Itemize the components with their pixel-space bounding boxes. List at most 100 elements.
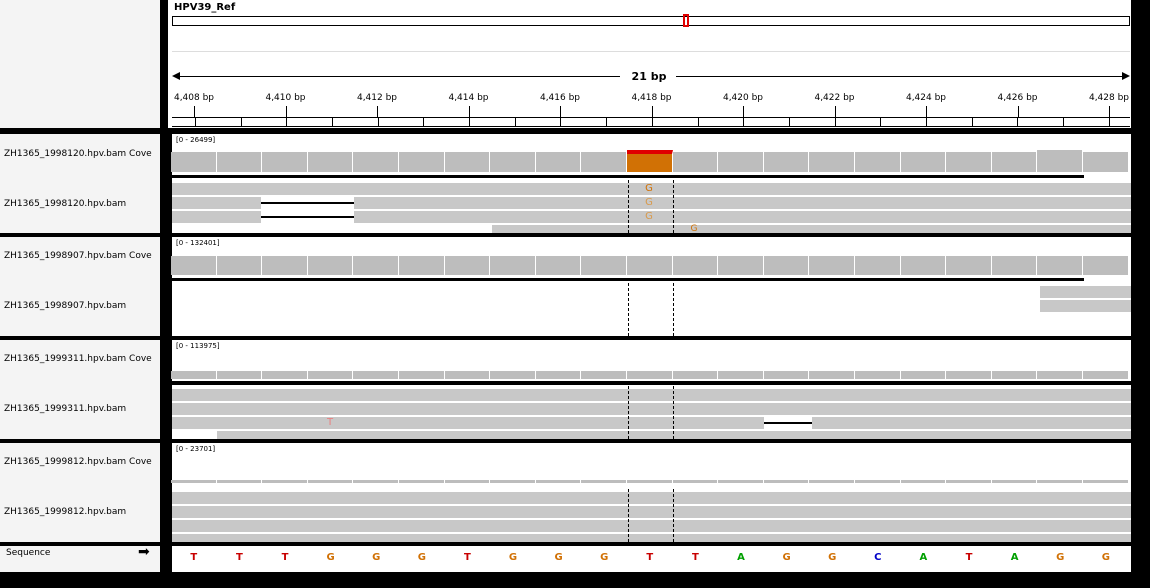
- coverage-bar[interactable]: [718, 256, 764, 275]
- read[interactable]: [172, 197, 261, 209]
- read[interactable]: [492, 225, 1131, 233]
- coverage-bar[interactable]: [399, 371, 445, 379]
- coverage-bar[interactable]: [627, 150, 673, 172]
- coverage-bar[interactable]: [855, 256, 901, 275]
- coverage-bar[interactable]: [946, 256, 992, 275]
- strand-arrow-icon[interactable]: ➡: [138, 544, 150, 560]
- read[interactable]: [172, 534, 1131, 542]
- coverage-bar[interactable]: [763, 480, 810, 483]
- coverage-bar[interactable]: [1037, 371, 1083, 379]
- coverage-bar[interactable]: [444, 152, 491, 172]
- coverage-bar[interactable]: [627, 256, 673, 275]
- coverage-bar[interactable]: [1083, 480, 1129, 483]
- reference-name[interactable]: HPV39_Ref: [174, 2, 235, 13]
- sequence-label[interactable]: Sequence: [6, 548, 50, 558]
- coverage-bar[interactable]: [307, 371, 354, 379]
- coverage-bar[interactable]: [991, 480, 1038, 483]
- coverage-bar[interactable]: [353, 152, 399, 172]
- track1-reads-name[interactable]: ZH1365_1998120.hpv.bam: [4, 199, 126, 209]
- read[interactable]: [172, 492, 1131, 504]
- read[interactable]: [172, 506, 1131, 518]
- track3-reads-name[interactable]: ZH1365_1999311.hpv.bam: [4, 404, 126, 414]
- read[interactable]: [172, 520, 1131, 532]
- coverage-bar[interactable]: [763, 152, 810, 172]
- coverage-bar[interactable]: [353, 371, 399, 379]
- track4-reads-name[interactable]: ZH1365_1999812.hpv.bam: [4, 507, 126, 517]
- coverage-bar[interactable]: [535, 152, 582, 172]
- coverage-bar[interactable]: [490, 256, 536, 275]
- coverage-bar[interactable]: [216, 152, 263, 172]
- coverage-bar[interactable]: [490, 371, 536, 379]
- coverage-bar[interactable]: [1037, 150, 1083, 172]
- mismatch-base[interactable]: G: [645, 197, 653, 208]
- coverage-bar[interactable]: [307, 480, 354, 483]
- coverage-bar[interactable]: [900, 480, 947, 483]
- read[interactable]: [354, 197, 1131, 209]
- track1-data-panel[interactable]: [0 - 26499] G G G G: [171, 134, 1131, 234]
- coverage-bar[interactable]: [809, 152, 855, 172]
- coverage-bar[interactable]: [262, 371, 308, 379]
- coverage-bar[interactable]: [535, 371, 582, 379]
- coverage-bar[interactable]: [946, 371, 992, 379]
- coverage-bar[interactable]: [900, 152, 947, 172]
- coverage-bar[interactable]: [262, 480, 308, 483]
- coverage-bar[interactable]: [763, 371, 810, 379]
- coverage-bar[interactable]: [353, 256, 399, 275]
- sequence-panel[interactable]: TTTGGGTGGGTTAGGCATAGG: [172, 546, 1131, 572]
- coverage-bar[interactable]: [171, 256, 217, 275]
- current-region-marker[interactable]: [683, 14, 689, 27]
- coverage-bar[interactable]: [718, 480, 764, 483]
- coverage-bar[interactable]: [216, 480, 263, 483]
- coverage-bar[interactable]: [581, 371, 627, 379]
- coverage-bar[interactable]: [444, 256, 491, 275]
- coverage-bar[interactable]: [399, 480, 445, 483]
- coverage-bar[interactable]: [1083, 371, 1129, 379]
- coverage-bar[interactable]: [581, 480, 627, 483]
- coverage-bar[interactable]: [991, 371, 1038, 379]
- coverage-bar[interactable]: [535, 480, 582, 483]
- track2-data-panel[interactable]: [0 - 132401]: [171, 237, 1131, 336]
- coverage-bar[interactable]: [900, 256, 947, 275]
- coverage-bar[interactable]: [991, 152, 1038, 172]
- track2-coverage-name[interactable]: ZH1365_1998907.hpv.bam Cove: [4, 251, 152, 261]
- coverage-bar[interactable]: [672, 480, 719, 483]
- read[interactable]: [354, 211, 1131, 223]
- track3-coverage-name[interactable]: ZH1365_1999311.hpv.bam Cove: [4, 354, 152, 364]
- coverage-bar[interactable]: [353, 480, 399, 483]
- coverage-bar[interactable]: [855, 480, 901, 483]
- coverage-bar[interactable]: [490, 152, 536, 172]
- coverage-bar[interactable]: [171, 152, 217, 172]
- mismatch-base[interactable]: G: [645, 211, 653, 222]
- coverage-bar[interactable]: [1083, 256, 1129, 275]
- coverage-bar[interactable]: [627, 371, 673, 379]
- coverage-bar[interactable]: [672, 371, 719, 379]
- read[interactable]: [172, 403, 1131, 415]
- coverage-bar[interactable]: [672, 256, 719, 275]
- coverage-bar[interactable]: [262, 152, 308, 172]
- read[interactable]: [172, 417, 764, 429]
- coverage-bar[interactable]: [1037, 480, 1083, 483]
- read[interactable]: [217, 431, 1131, 439]
- coverage-bar[interactable]: [490, 480, 536, 483]
- read[interactable]: [172, 211, 261, 223]
- coverage-bar[interactable]: [855, 152, 901, 172]
- mismatch-base[interactable]: G: [691, 225, 698, 234]
- coverage-bar[interactable]: [946, 152, 992, 172]
- coverage-bar[interactable]: [171, 371, 217, 379]
- coverage-bar[interactable]: [262, 256, 308, 275]
- read[interactable]: [812, 417, 1131, 429]
- coverage-bar[interactable]: [1037, 256, 1083, 275]
- coverage-bar[interactable]: [399, 152, 445, 172]
- coverage-bar[interactable]: [627, 480, 673, 483]
- track4-data-panel[interactable]: [0 - 23701]: [171, 443, 1131, 542]
- coverage-bar[interactable]: [535, 256, 582, 275]
- track2-reads-name[interactable]: ZH1365_1998907.hpv.bam: [4, 301, 126, 311]
- coverage-bar[interactable]: [581, 256, 627, 275]
- coverage-bar[interactable]: [171, 480, 217, 483]
- coverage-bar[interactable]: [307, 152, 354, 172]
- read[interactable]: [172, 389, 1131, 401]
- coverage-bar[interactable]: [581, 152, 627, 172]
- coverage-bar[interactable]: [900, 371, 947, 379]
- coverage-bar[interactable]: [1083, 152, 1129, 172]
- chromosome-ideogram[interactable]: [172, 16, 1130, 26]
